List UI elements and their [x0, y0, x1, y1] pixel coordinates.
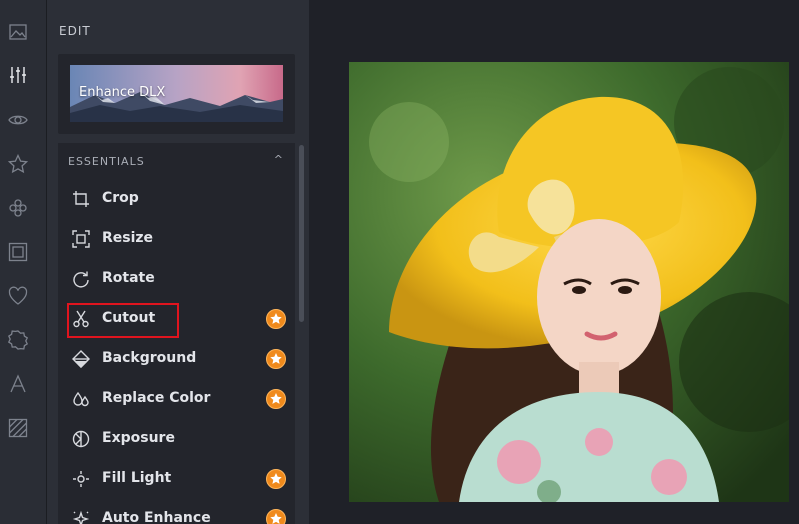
tool-background[interactable]: Background	[58, 341, 295, 377]
edit-panel: EDIT Enhance DLX ESSENTIALS ^ Crop Resiz…	[47, 0, 309, 524]
sliders-icon[interactable]	[8, 65, 28, 85]
crop-icon	[72, 190, 90, 208]
tool-crop[interactable]: Crop	[58, 181, 295, 217]
tool-label: Crop	[102, 190, 139, 206]
tool-auto-enhance[interactable]: Auto Enhance	[58, 501, 295, 524]
cutout-highlight-box	[67, 303, 179, 338]
texture-icon[interactable]	[8, 418, 28, 438]
tool-exposure[interactable]: Exposure	[58, 421, 295, 457]
tool-label: Rotate	[102, 270, 155, 286]
sparkle-icon	[72, 510, 90, 524]
sun-icon	[72, 470, 90, 488]
tool-label: Exposure	[102, 430, 175, 446]
text-icon[interactable]	[8, 374, 28, 394]
tool-resize[interactable]: Resize	[58, 221, 295, 257]
drops-icon	[72, 390, 90, 408]
essentials-header[interactable]: ESSENTIALS	[68, 155, 145, 168]
rotate-icon	[72, 270, 90, 288]
heart-icon[interactable]	[8, 286, 28, 306]
tool-rotate[interactable]: Rotate	[58, 261, 295, 297]
promo-label: Enhance DLX	[79, 85, 166, 100]
premium-star-icon	[266, 349, 286, 369]
premium-star-icon	[266, 509, 286, 524]
panel-title: EDIT	[59, 24, 91, 38]
eye-icon[interactable]	[8, 110, 28, 130]
star-icon[interactable]	[8, 154, 28, 174]
tool-label: Fill Light	[102, 470, 172, 486]
exposure-icon	[72, 430, 90, 448]
promo-banner-image: Enhance DLX	[70, 65, 283, 122]
background-icon	[72, 350, 90, 368]
tool-label: Auto Enhance	[102, 510, 211, 524]
edited-photo[interactable]	[349, 62, 789, 502]
premium-star-icon	[266, 469, 286, 489]
tool-label: Background	[102, 350, 197, 366]
image-icon[interactable]	[8, 22, 28, 42]
enhance-dlx-card[interactable]: Enhance DLX	[58, 54, 295, 134]
frame-icon[interactable]	[8, 242, 28, 262]
flower-icon[interactable]	[8, 198, 28, 218]
tool-category-rail	[0, 0, 47, 524]
panel-scrollbar[interactable]	[299, 145, 304, 322]
premium-star-icon	[266, 309, 286, 329]
chevron-up-icon[interactable]: ^	[274, 153, 283, 166]
badge-icon[interactable]	[8, 330, 28, 350]
tool-label: Replace Color	[102, 390, 211, 406]
resize-icon	[72, 230, 90, 248]
premium-star-icon	[266, 389, 286, 409]
tool-replace-color[interactable]: Replace Color	[58, 381, 295, 417]
tool-label: Resize	[102, 230, 154, 246]
editor-canvas	[309, 0, 799, 524]
tool-fill-light[interactable]: Fill Light	[58, 461, 295, 497]
